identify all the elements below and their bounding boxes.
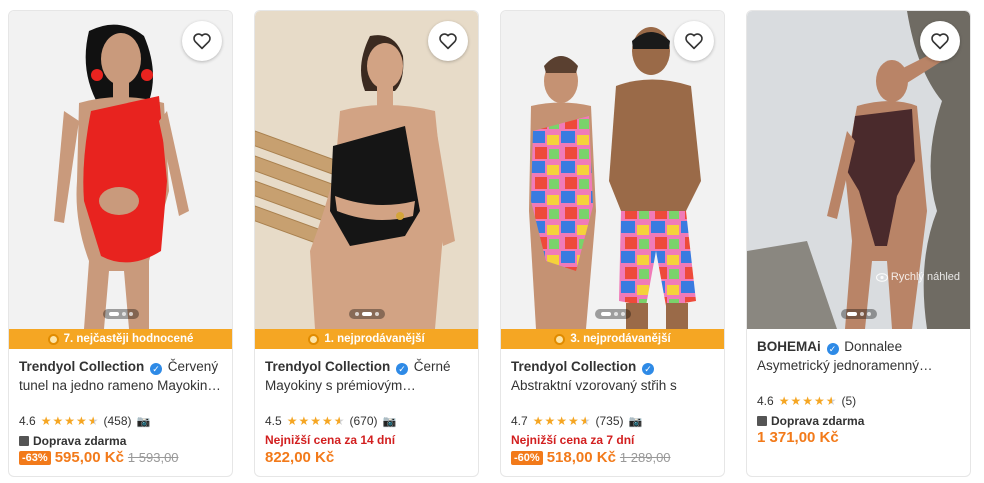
product-image[interactable] bbox=[255, 11, 478, 329]
brand-name: Trendyol Collection bbox=[19, 359, 145, 374]
rank-badge: 1. nejprodávanější bbox=[255, 329, 478, 349]
rank-badge: 7. nejčastěji hodnocené bbox=[9, 329, 232, 349]
rank-badge-label: 3. nejprodávanější bbox=[570, 333, 671, 345]
verified-badge-icon: ✓ bbox=[826, 343, 839, 355]
favorite-button[interactable] bbox=[920, 21, 960, 61]
heart-icon bbox=[931, 33, 949, 50]
rating-value: 4.7 bbox=[511, 414, 528, 428]
price-row: 822,00 Kč bbox=[265, 449, 468, 466]
rank-badge: 3. nejprodávanější bbox=[501, 329, 724, 349]
price-row: 1 371,00 Kč bbox=[757, 429, 960, 446]
product-title[interactable]: BOHEMAi ✓ Donnalee Asymetrický jednorame… bbox=[757, 337, 960, 375]
rating-value: 4.6 bbox=[757, 394, 774, 408]
rating-row: 4.6 ★ ★ ★ ★ ★ (458) 📷 bbox=[19, 414, 222, 428]
product-grid: 7. nejčastěji hodnocené Trendyol Collect… bbox=[8, 10, 971, 477]
camera-icon: 📷 bbox=[136, 415, 151, 428]
star-rating: ★ ★ ★ ★ ★ bbox=[532, 414, 591, 428]
rank-badge-label: 1. nejprodávanější bbox=[324, 333, 425, 345]
review-count: (670) bbox=[349, 414, 378, 428]
product-info: Trendyol Collection ✓ Červený tunel na j… bbox=[9, 349, 232, 466]
current-price: 1 371,00 Kč bbox=[757, 429, 839, 446]
product-image[interactable] bbox=[501, 11, 724, 329]
image-carousel-dots[interactable] bbox=[348, 309, 385, 319]
price-row: -60% 518,00 Kč 1 289,00 bbox=[511, 449, 714, 466]
lowest-price-note: Nejnižší cena za 14 dní bbox=[265, 433, 396, 447]
product-title[interactable]: Trendyol Collection ✓ Červený tunel na j… bbox=[19, 357, 222, 395]
product-card[interactable]: Rychlý náhled BOHEMAi ✓ Donnalee Asymetr… bbox=[746, 10, 971, 477]
rating-row: 4.5 ★ ★ ★ ★ ★ (670) 📷 bbox=[265, 414, 468, 428]
product-image[interactable]: Rychlý náhled bbox=[747, 11, 970, 329]
rating-row: 4.7 ★ ★ ★ ★ ★ (735) 📷 bbox=[511, 414, 714, 428]
medal-icon bbox=[554, 333, 566, 345]
camera-icon: 📷 bbox=[628, 415, 643, 428]
verified-badge-icon: ✓ bbox=[396, 363, 409, 375]
lowest-price-note: Nejnižší cena za 7 dní bbox=[511, 433, 635, 447]
heart-icon bbox=[685, 33, 703, 50]
product-info: BOHEMAi ✓ Donnalee Asymetrický jednorame… bbox=[747, 329, 970, 446]
image-carousel-dots[interactable] bbox=[840, 309, 877, 319]
star-rating: ★ ★ ★ ★ ★ bbox=[286, 414, 345, 428]
brand-name: Trendyol Collection bbox=[511, 359, 637, 374]
product-info: Trendyol Collection ✓ Abstraktní vzorova… bbox=[501, 349, 724, 466]
verified-badge-icon: ✓ bbox=[642, 363, 655, 375]
original-price: 1 289,00 bbox=[619, 450, 671, 465]
quick-view-button[interactable]: Rychlý náhled bbox=[875, 271, 960, 283]
product-name: Abstraktní vzorovaný střih s detaily… bbox=[511, 378, 677, 393]
discount-badge: -63% bbox=[19, 450, 51, 465]
star-rating: ★ ★ ★ ★ ★ bbox=[40, 414, 99, 428]
rank-badge-label: 7. nejčastěji hodnocené bbox=[63, 333, 194, 345]
favorite-button[interactable] bbox=[674, 21, 714, 61]
shipping-label: Doprava zdarma bbox=[33, 433, 127, 448]
shipping-info: Doprava zdarma bbox=[757, 413, 960, 428]
rating-value: 4.6 bbox=[19, 414, 36, 428]
image-carousel-dots[interactable] bbox=[594, 309, 631, 319]
camera-icon: 📷 bbox=[382, 415, 397, 428]
original-price: 1 593,00 bbox=[127, 450, 179, 465]
product-card[interactable]: 1. nejprodávanější Trendyol Collection ✓… bbox=[254, 10, 479, 477]
medal-icon bbox=[308, 333, 320, 345]
current-price: 595,00 Kč bbox=[54, 449, 124, 466]
star-rating: ★ ★ ★ ★ ★ bbox=[778, 394, 837, 408]
product-info: Trendyol Collection ✓ Černé Mayokiny s p… bbox=[255, 349, 478, 466]
brand-name: Trendyol Collection bbox=[265, 359, 391, 374]
image-carousel-dots[interactable] bbox=[102, 309, 139, 319]
price-row: -63% 595,00 Kč 1 593,00 bbox=[19, 449, 222, 466]
favorite-button[interactable] bbox=[182, 21, 222, 61]
rating-value: 4.5 bbox=[265, 414, 282, 428]
box-icon bbox=[19, 435, 29, 446]
discount-badge: -60% bbox=[511, 450, 543, 465]
review-count: (735) bbox=[595, 414, 624, 428]
product-title[interactable]: Trendyol Collection ✓ Abstraktní vzorova… bbox=[511, 357, 714, 395]
heart-icon bbox=[439, 33, 457, 50]
box-icon bbox=[757, 415, 767, 426]
favorite-button[interactable] bbox=[428, 21, 468, 61]
rating-row: 4.6 ★ ★ ★ ★ ★ (5) bbox=[757, 394, 960, 408]
product-card[interactable]: 7. nejčastěji hodnocené Trendyol Collect… bbox=[8, 10, 233, 477]
heart-icon bbox=[193, 33, 211, 50]
current-price: 822,00 Kč bbox=[265, 449, 335, 466]
quick-view-label: Rychlý náhled bbox=[890, 271, 960, 283]
review-count: (5) bbox=[841, 394, 857, 408]
review-count: (458) bbox=[103, 414, 132, 428]
shipping-info: Doprava zdarma bbox=[19, 433, 222, 448]
shipping-label: Doprava zdarma bbox=[771, 413, 865, 428]
eye-icon bbox=[875, 272, 888, 282]
medal-icon bbox=[47, 333, 59, 345]
current-price: 518,00 Kč bbox=[546, 449, 616, 466]
product-card[interactable]: 3. nejprodávanější Trendyol Collection ✓… bbox=[500, 10, 725, 477]
product-image[interactable] bbox=[9, 11, 232, 329]
brand-name: BOHEMAi bbox=[757, 339, 821, 354]
product-title[interactable]: Trendyol Collection ✓ Černé Mayokiny s p… bbox=[265, 357, 468, 395]
verified-badge-icon: ✓ bbox=[150, 363, 163, 375]
